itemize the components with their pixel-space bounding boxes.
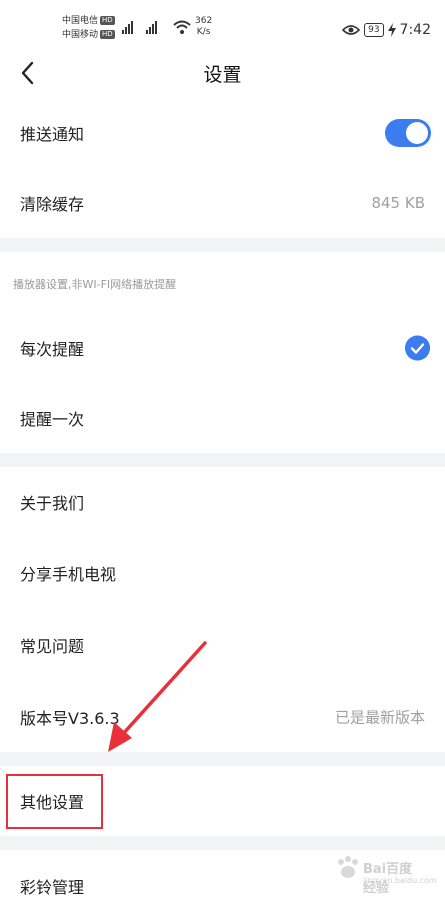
- net-speed: 362 K/s: [195, 16, 213, 37]
- status-bar: 中国电信 HD 中国移动 HD 362 K/s 93 7:42: [0, 0, 445, 48]
- player-settings-hint: 播放器设置,非WI-FI网络播放提醒: [13, 278, 177, 291]
- share-label: 分享手机电视: [20, 565, 117, 584]
- toggle-knob: [406, 122, 428, 144]
- version-label: 版本号V3.6.3: [20, 709, 120, 728]
- eye-icon: [342, 25, 361, 35]
- section-divider: [0, 238, 445, 252]
- version-status: 已是最新版本: [334, 708, 425, 727]
- carrier-1: 中国电信 HD: [62, 16, 115, 26]
- remind-every-time-row[interactable]: 每次提醒: [0, 313, 445, 383]
- push-notification-row[interactable]: 推送通知: [0, 98, 445, 168]
- ringtone-label: 彩铃管理: [20, 878, 85, 897]
- remind-once-label: 提醒一次: [20, 410, 85, 429]
- clear-cache-label: 清除缓存: [20, 195, 85, 214]
- faq-row[interactable]: 常见问题: [0, 610, 445, 680]
- remind-every-time-label: 每次提醒: [20, 340, 85, 359]
- push-notification-toggle[interactable]: [385, 119, 431, 147]
- carrier-2: 中国移动 HD: [62, 30, 115, 40]
- section-divider: [0, 752, 445, 766]
- watermark-url: jingyan.baidu.com: [363, 876, 437, 885]
- version-row[interactable]: 版本号V3.6.3 已是最新版本: [0, 682, 445, 752]
- section-divider: [0, 836, 445, 850]
- battery-level: 93: [364, 23, 384, 37]
- highlight-box: [6, 774, 103, 829]
- page-title: 设置: [203, 64, 242, 86]
- wifi-icon: [173, 20, 191, 34]
- push-notification-label: 推送通知: [20, 125, 85, 144]
- about-us-label: 关于我们: [20, 494, 85, 513]
- signal-icon: [146, 21, 157, 34]
- faq-label: 常见问题: [20, 637, 85, 656]
- section-divider: [0, 453, 445, 467]
- share-row[interactable]: 分享手机电视: [0, 538, 445, 608]
- nav-header: 设置: [0, 48, 445, 98]
- charging-icon: [387, 23, 396, 37]
- cache-size: 845 KB: [371, 194, 425, 212]
- watermark-brand: Bai百度: [363, 862, 413, 877]
- remind-once-row[interactable]: 提醒一次: [0, 383, 445, 453]
- paw-icon: [338, 856, 358, 878]
- clear-cache-row[interactable]: 清除缓存 845 KB: [0, 168, 445, 238]
- signal-icon: [122, 21, 133, 34]
- about-us-row[interactable]: 关于我们: [0, 467, 445, 537]
- check-icon: [405, 335, 430, 361]
- clock: 7:42: [399, 22, 431, 38]
- watermark: Bai百度经验 jingyan.baidu.com: [335, 850, 437, 896]
